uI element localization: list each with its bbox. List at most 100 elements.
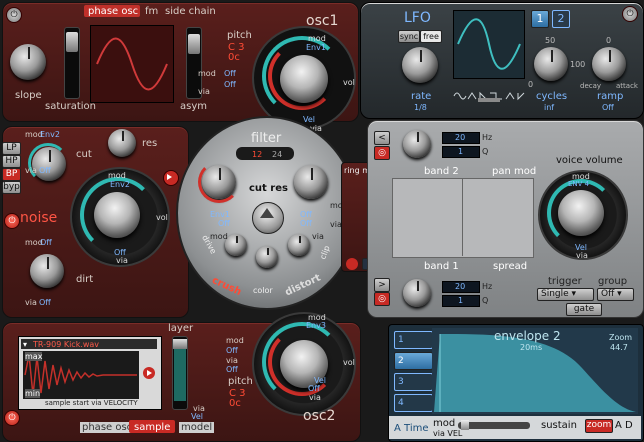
asym-slider-handle[interactable] [188,34,200,54]
envelope-mod-slider[interactable] [458,420,530,430]
band1-freq-knob[interactable] [403,279,431,307]
lfo-rate-label: rate [411,91,432,102]
band1-label: band 1 [424,261,459,272]
lfo-rate-knob[interactable] [402,47,438,83]
lfo-cycles-value[interactable]: inf [544,103,554,112]
lfo-cycles-scale-0: 0 [528,80,534,89]
envelope-a-time[interactable]: A Time [394,423,429,434]
osc2-tab-phase-osc[interactable]: phase osc [80,422,135,433]
osc2-off-big[interactable]: Off [308,384,320,393]
lfo-tab-1[interactable]: 1 [531,10,549,28]
voice-volume-knob[interactable] [558,190,604,236]
lfo-ramp-value[interactable]: Off [602,103,614,112]
band2-mode-button-b[interactable]: ◎ [374,146,390,160]
osc2-tab-model[interactable]: model [179,422,215,433]
slope-knob[interactable] [10,44,46,80]
band1-mode-button-b[interactable]: ◎ [374,292,390,306]
filter-center-button[interactable] [252,202,284,234]
filter-slope-switch[interactable] [236,147,294,160]
trigger-select[interactable]: Single ▾ [537,288,594,301]
lfo-ramp-knob[interactable] [592,47,626,81]
filter-mode-hp[interactable]: HP [2,155,21,168]
envelope-tab-4[interactable]: 4 [394,394,433,412]
filter-res-knob[interactable] [108,129,136,157]
noise-via-value[interactable]: Off [39,298,51,307]
gate-button[interactable]: gate [566,303,602,316]
filter-drive-knob[interactable] [225,234,247,256]
envelope-sustain-label[interactable]: sustain [541,420,577,431]
envelope-tab-2[interactable]: 2 [394,352,433,370]
filter-slope-12[interactable]: 12 [252,150,262,159]
osc2-via-value[interactable]: Off [226,365,238,374]
osc2-mod-label: mod [226,336,244,345]
lfo-cycles-label: cycles [536,91,568,102]
osc1-tab-side-chain[interactable]: side chain [165,6,216,17]
filter-res-inner-knob[interactable] [294,165,328,199]
band2-mode-button-a[interactable]: < [374,131,390,145]
filter-env1-value[interactable]: Env1 [210,210,230,219]
osc1-tab-fm[interactable]: fm [145,6,158,17]
filter-slope-24[interactable]: 24 [272,150,282,159]
osc2-layer-slider[interactable] [172,336,188,410]
lfo-ramp-label: ramp [597,91,624,102]
osc1-vel-value[interactable]: Vel [303,115,315,124]
osc1-env-mod-value[interactable]: Env1 [306,43,326,52]
lfo-tab-2[interactable]: 2 [552,10,570,28]
ringmod-route-button[interactable] [346,258,358,270]
lfo-title: LFO [404,10,431,26]
osc1-via-value[interactable]: Off [224,80,236,89]
voice-mod-value[interactable]: ENV 4 [568,180,589,189]
lfo-cycles-knob[interactable] [534,47,568,81]
filter-off1-value[interactable]: Off [218,219,230,228]
pan-mod-label: pan mod [492,166,537,177]
envelope-tab-1[interactable]: 1 [394,331,433,349]
osc2-env-mod-value[interactable]: Env3 [306,321,326,330]
filter-mode-bp[interactable]: BP [2,168,21,181]
osc1-pitch-cents[interactable]: 0c [228,52,240,63]
saturation-slider[interactable] [64,27,80,99]
noise-mod-value[interactable]: Off [40,238,52,247]
filter-via-value[interactable]: Off [39,166,51,175]
filter-clip-knob[interactable] [288,234,310,256]
lfo-wave-selector[interactable] [452,88,528,102]
sample-menu-icon[interactable]: ▾ [23,340,27,349]
osc2-power-icon[interactable]: ⏻ [4,410,20,426]
noise-dirt-knob[interactable] [30,254,64,288]
osc2-vol-label: vol [343,358,355,367]
osc1-mod-value[interactable]: Off [224,69,236,78]
filter-mode-byp[interactable]: byp [2,181,21,194]
noise-via-label: via [25,298,37,307]
filter-off2-value[interactable]: Off [300,210,312,219]
filter-big-knob[interactable] [94,192,140,238]
lfo-power-icon[interactable]: ⏻ [622,6,638,22]
filter-off3-value[interactable]: Off [300,219,312,228]
osc2-vel-value[interactable]: Vel [191,412,203,421]
envelope-ad-label[interactable]: A D [615,420,633,431]
osc2-pitch-cents[interactable]: 0c [229,398,241,409]
up-arrow-icon [260,208,274,218]
group-select[interactable]: Off ▾ [597,288,634,301]
osc2-mod-value[interactable]: Off [226,346,238,355]
band2-hz-label: Hz [482,133,493,142]
saturation-slider-handle[interactable] [66,32,78,52]
osc1-volume-knob[interactable] [280,55,328,103]
envelope-zoom-button[interactable]: zoom [585,419,613,433]
osc1-power-icon[interactable]: ⏻ [6,7,22,23]
noise-power-icon[interactable]: ⏻ [4,213,20,229]
lfo-sync-button[interactable]: sync [398,30,420,43]
filter-big-env[interactable]: Env2 [110,180,130,189]
band2-freq-knob[interactable] [403,130,431,158]
filter-color-indicator [267,247,269,256]
band1-mode-button-a[interactable]: > [374,278,390,292]
envelope-tab-3[interactable]: 3 [394,373,433,391]
lfo-cycles-scale-50: 50 [545,36,556,45]
filter-mode-lp[interactable]: LP [2,142,21,155]
osc2-layer-slider-handle[interactable] [173,339,187,349]
filter-color-knob[interactable] [256,246,278,268]
envelope-mod-label: mod [433,418,456,429]
lfo-rate-value[interactable]: 1/8 [414,103,427,112]
lfo-free-button[interactable]: free [420,30,442,43]
sample-name[interactable]: TR-909 Kick.wav [33,340,99,349]
filter-mod-value[interactable]: Env2 [40,130,60,139]
envelope-mod-slider-handle[interactable] [461,420,469,430]
